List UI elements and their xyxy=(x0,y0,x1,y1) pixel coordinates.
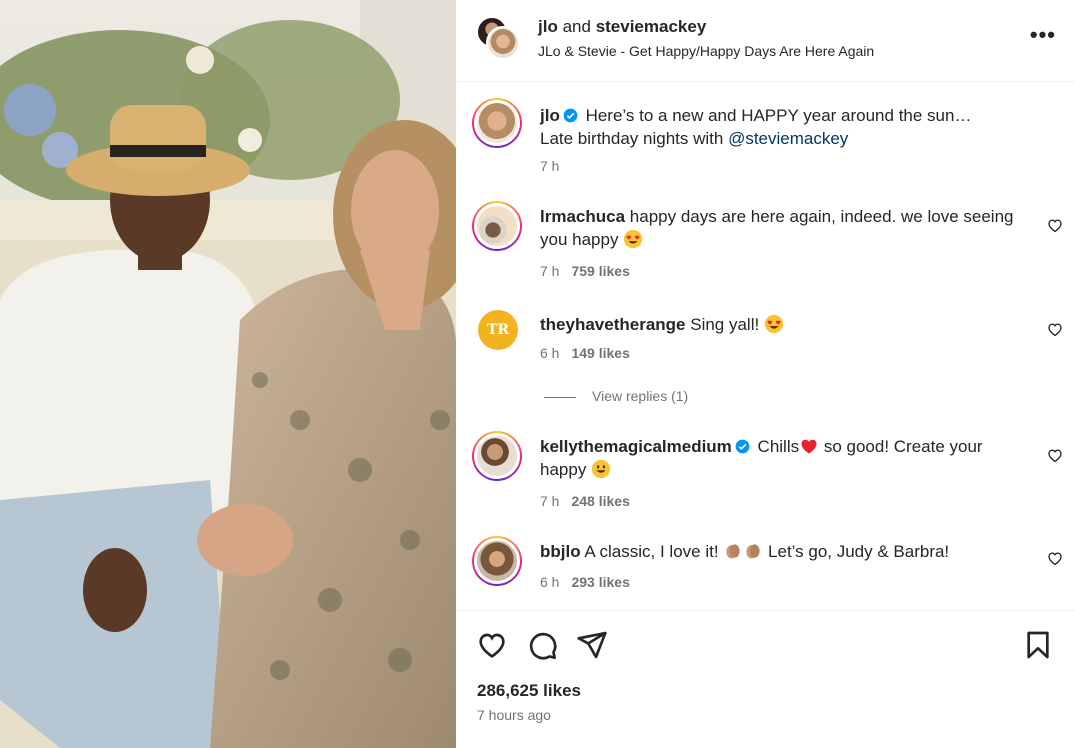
avatar-ring[interactable] xyxy=(472,536,522,586)
comment-likes[interactable]: 293 likes xyxy=(571,574,629,590)
avatar-ring[interactable] xyxy=(472,201,522,251)
avatar xyxy=(474,538,520,584)
more-horizontal-icon: ••• xyxy=(1029,22,1056,47)
comment-time[interactable]: 6 h xyxy=(540,574,559,590)
more-options-button[interactable]: ••• xyxy=(1030,22,1056,48)
like-comment-heart-icon[interactable] xyxy=(1046,446,1064,464)
avatar-ring[interactable] xyxy=(472,98,522,148)
comment-username[interactable]: lrmachuca xyxy=(540,207,625,226)
like-comment-heart-icon[interactable] xyxy=(1046,216,1064,234)
avatar-ring[interactable] xyxy=(472,431,522,481)
comment-username[interactable]: bbjlo xyxy=(540,542,581,561)
view-replies-button[interactable]: View replies (1) xyxy=(544,388,688,404)
post-authors: jlo and steviemackey xyxy=(538,17,706,37)
author-link-jlo[interactable]: jlo xyxy=(538,17,558,36)
comment-likes[interactable]: 759 likes xyxy=(571,263,629,279)
comment-body: Chills xyxy=(757,437,800,456)
post-detail-panel: jlo and steviemackey JLo & Stevie - Get … xyxy=(456,0,1074,748)
post-timestamp[interactable]: 7 hours ago xyxy=(477,707,551,723)
comment-username[interactable]: theyhavetherange xyxy=(540,315,686,334)
caption-username[interactable]: jlo xyxy=(540,106,560,125)
share-paper-plane-icon[interactable] xyxy=(576,629,608,661)
audio-title[interactable]: JLo & Stevie - Get Happy/Happy Days Are … xyxy=(538,43,874,59)
like-comment-heart-icon[interactable] xyxy=(1046,549,1064,567)
like-heart-icon[interactable] xyxy=(476,629,508,661)
author-link-steviemackey[interactable]: steviemackey xyxy=(596,17,707,36)
comment-text: theyhavetherange Sing yall! xyxy=(540,313,1028,336)
comment-text: bbjlo A classic, I love it! Let’s go, Ju… xyxy=(540,540,1028,563)
heart-eyes-emoji xyxy=(764,314,784,334)
caption-line-1: Here’s to a new and HAPPY year around th… xyxy=(585,106,972,125)
view-replies-label: View replies (1) xyxy=(592,388,689,404)
red-heart-emoji xyxy=(801,439,817,454)
post-photo xyxy=(0,0,456,748)
comment-meta: 6 h 149 likes xyxy=(540,345,630,361)
comment-time[interactable]: 7 h xyxy=(540,493,559,509)
comment-body: A classic, I love it! xyxy=(584,542,719,561)
caption-text: jlo Here’s to a new and HAPPY year aroun… xyxy=(540,104,1028,150)
comment-meta: 7 h 248 likes xyxy=(540,493,630,509)
comment-body-cont: Let’s go, Judy & Barbra! xyxy=(763,542,950,561)
comment-likes[interactable]: 248 likes xyxy=(571,493,629,509)
avatar xyxy=(474,433,520,479)
comment-time[interactable]: 6 h xyxy=(540,345,559,361)
caption-time[interactable]: 7 h xyxy=(540,158,559,174)
verified-badge-icon xyxy=(735,439,750,454)
mention-link[interactable]: @steviemackey xyxy=(728,129,848,148)
comment-username[interactable]: kellythemagicalmedium xyxy=(540,437,732,456)
post-media[interactable] xyxy=(0,0,456,748)
avatar xyxy=(474,100,520,146)
clap-emoji xyxy=(726,544,740,559)
avatar xyxy=(486,26,520,60)
comment-bubble-icon[interactable] xyxy=(526,629,558,661)
avatar[interactable]: TR xyxy=(478,310,518,350)
comment-text: kellythemagicalmedium Chills so good! Cr… xyxy=(540,435,1028,481)
caption-line-2: Late birthday nights with xyxy=(540,129,729,148)
avatar xyxy=(474,203,520,249)
heart-eyes-emoji xyxy=(624,229,643,249)
collab-avatars[interactable] xyxy=(476,16,524,62)
clap-emoji xyxy=(746,544,760,559)
comment-time[interactable]: 7 h xyxy=(540,263,559,279)
smile-emoji xyxy=(591,459,611,479)
comment-likes[interactable]: 149 likes xyxy=(571,345,629,361)
post-likes-count[interactable]: 286,625 likes xyxy=(477,681,581,701)
replies-divider xyxy=(544,396,576,398)
post-header: jlo and steviemackey JLo & Stevie - Get … xyxy=(456,0,1074,82)
comment-meta: 7 h 759 likes xyxy=(540,263,630,279)
verified-badge-icon xyxy=(563,108,578,123)
comment-text: lrmachuca happy days are here again, ind… xyxy=(540,205,1028,251)
author-joiner: and xyxy=(562,17,591,36)
like-comment-heart-icon[interactable] xyxy=(1046,320,1064,338)
comment-body: Sing yall! xyxy=(690,315,760,334)
avatar-monogram: TR xyxy=(486,322,510,338)
comment-meta: 6 h 293 likes xyxy=(540,574,630,590)
post-actions: 286,625 likes 7 hours ago xyxy=(456,610,1074,748)
save-bookmark-icon[interactable] xyxy=(1022,629,1054,661)
